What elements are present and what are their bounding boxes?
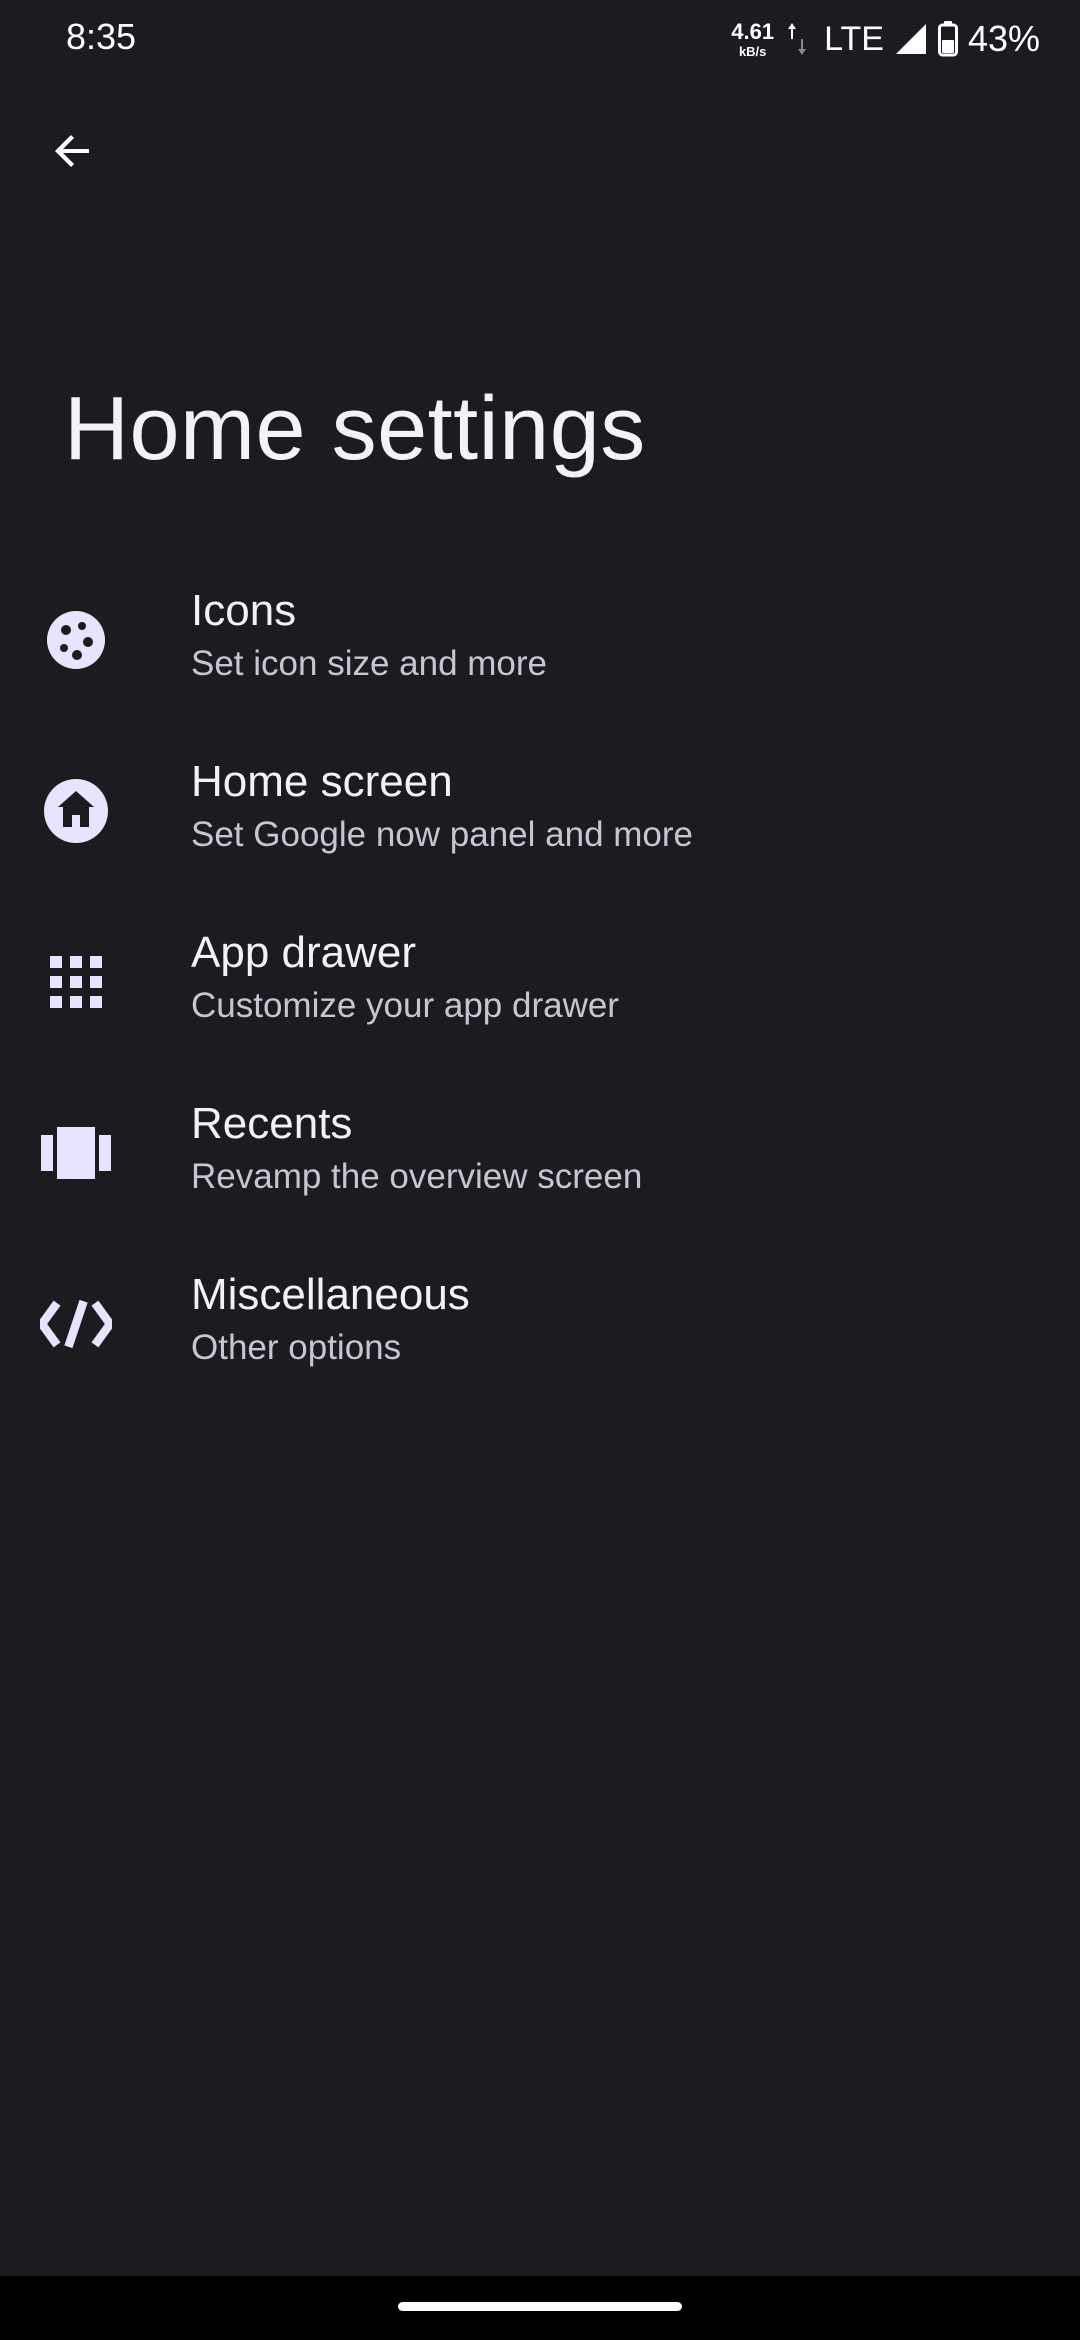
settings-list: Icons Set icon size and more Home screen… — [0, 570, 1080, 1425]
settings-item-title: App drawer — [191, 928, 417, 977]
settings-item-title: Miscellaneous — [191, 1270, 470, 1319]
settings-item-title: Icons — [191, 586, 297, 635]
settings-item-subtitle: Set icon size and more — [191, 644, 548, 683]
recents-icon — [40, 1117, 112, 1189]
network-type: LTE — [824, 19, 884, 58]
settings-item-subtitle: Set Google now panel and more — [191, 815, 693, 854]
network-speed-unit: kB/s — [738, 43, 767, 59]
navigation-bar — [0, 2276, 1080, 2340]
arrow-back-icon — [55, 135, 89, 167]
status-bar: 8:35 4.61 kB/s LTE 43% — [0, 0, 1080, 80]
settings-item-app-drawer[interactable]: App drawer Customize your app drawer — [0, 912, 1080, 1083]
settings-item-subtitle: Other options — [191, 1328, 402, 1367]
status-time: 8:35 — [66, 16, 137, 57]
settings-item-title: Recents — [191, 1099, 353, 1148]
settings-item-subtitle: Customize your app drawer — [191, 986, 619, 1025]
settings-item-title: Home screen — [191, 757, 453, 806]
signal-icon — [895, 24, 926, 54]
settings-item-miscellaneous[interactable]: Miscellaneous Other options — [0, 1254, 1080, 1425]
back-button[interactable] — [40, 118, 106, 184]
settings-item-subtitle: Revamp the overview screen — [191, 1157, 643, 1196]
battery-icon — [937, 21, 958, 57]
network-speed: 4.61 kB/s — [731, 18, 775, 59]
cookie-icon — [40, 604, 112, 676]
data-transfer-icon — [788, 23, 807, 55]
settings-item-recents[interactable]: Recents Revamp the overview screen — [0, 1083, 1080, 1254]
settings-item-home-screen[interactable]: Home screen Set Google now panel and mor… — [0, 741, 1080, 912]
grid-icon — [40, 946, 112, 1018]
code-icon — [40, 1288, 112, 1360]
settings-item-icons[interactable]: Icons Set icon size and more — [0, 570, 1080, 741]
status-icons: 4.61 kB/s LTE 43% — [731, 14, 1040, 64]
page-title: Home settings — [64, 379, 646, 479]
home-gesture-handle[interactable] — [398, 2302, 682, 2311]
network-speed-value: 4.61 — [731, 18, 775, 44]
battery-percentage: 43% — [967, 18, 1040, 59]
home-icon — [40, 775, 112, 847]
